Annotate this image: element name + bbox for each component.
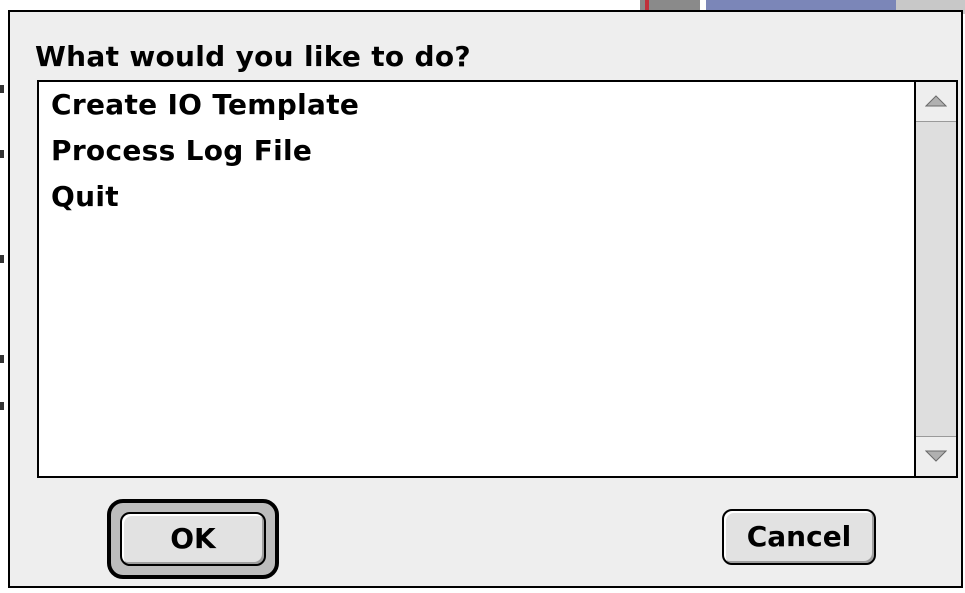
choose-action-dialog: What would you like to do? Create IO Tem… [8,10,963,588]
scroll-down-button[interactable] [916,436,956,476]
ok-button[interactable]: OK [120,512,266,566]
scroll-up-button[interactable] [916,82,956,122]
list-item-quit[interactable]: Quit [39,174,912,220]
background-edge-mark [0,150,4,158]
triangle-up-icon [925,95,947,107]
vertical-scrollbar[interactable] [914,82,956,476]
triangle-down-icon [925,450,947,462]
screen: What would you like to do? Create IO Tem… [0,0,965,593]
cancel-button[interactable]: Cancel [722,509,876,565]
background-edge-mark [0,355,4,363]
list-item-process-log-file[interactable]: Process Log File [39,128,912,174]
options-list: Create IO Template Process Log File Quit [39,82,912,476]
background-edge-mark [0,255,4,263]
background-edge-mark [0,85,4,93]
default-button-ring: OK [107,499,279,579]
dialog-prompt: What would you like to do? [35,40,471,73]
background-edge-mark [0,402,4,410]
list-item-create-io-template[interactable]: Create IO Template [39,82,912,128]
options-listbox[interactable]: Create IO Template Process Log File Quit [37,80,958,478]
